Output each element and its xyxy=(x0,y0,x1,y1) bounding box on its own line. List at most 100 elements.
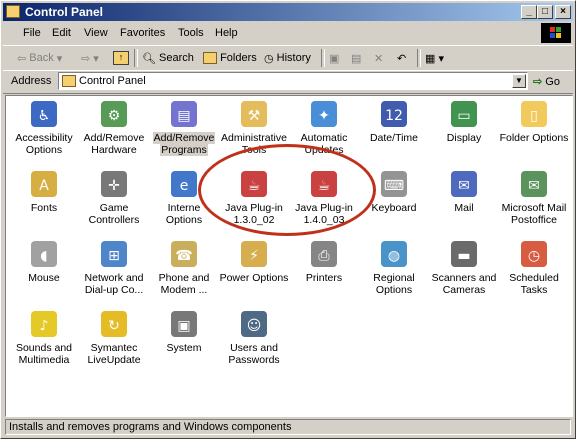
control-panel-item[interactable]: ▭ Display xyxy=(428,98,500,144)
control-panel-item[interactable]: A Fonts xyxy=(8,168,80,214)
back-button[interactable]: ⇦ Back ▾ xyxy=(17,50,62,66)
menu-view[interactable]: View xyxy=(84,27,108,39)
item-label: Printers xyxy=(305,272,343,284)
history-button[interactable]: ◷ History xyxy=(264,50,311,66)
svg-text:▯: ▯ xyxy=(530,108,538,124)
control-panel-item[interactable]: ⌨ Keyboard xyxy=(358,168,430,214)
item-label: Game xyxy=(99,202,129,214)
globe-icon: ◍ xyxy=(377,238,411,270)
item-label: Sounds and xyxy=(15,342,73,354)
svg-text:⚒: ⚒ xyxy=(248,108,261,124)
control-panel-item[interactable]: e Interne Options xyxy=(148,168,220,226)
control-panel-item[interactable]: ↻ Symantec LiveUpdate xyxy=(78,308,150,366)
folder-icon xyxy=(6,5,20,18)
speaker-icon: ♪ xyxy=(27,308,61,340)
control-panel-item[interactable]: ✉ Microsoft Mail Postoffice xyxy=(498,168,570,226)
control-panel-item[interactable]: ✦ Automatic Updates xyxy=(288,98,360,156)
minimize-button[interactable]: _ xyxy=(521,5,537,19)
item-label: Regional xyxy=(373,272,415,284)
menu-file[interactable]: File xyxy=(23,27,41,39)
item-label: Passwords xyxy=(228,354,280,366)
search-icon: 🔍︎ xyxy=(142,52,156,65)
control-panel-item[interactable]: ♪ Sounds and Multimedia xyxy=(8,308,80,366)
forward-button[interactable]: ⇨ ▾ xyxy=(81,50,99,66)
item-label: Folder Options xyxy=(499,132,569,144)
menu-favorites[interactable]: Favorites xyxy=(120,27,165,39)
folders-button[interactable]: Folders xyxy=(203,50,257,66)
address-dropdown-button[interactable]: ▼ xyxy=(512,74,526,88)
control-panel-item[interactable]: ▬ Scanners and Cameras xyxy=(428,238,500,296)
svg-text:✦: ✦ xyxy=(318,108,330,124)
item-label: Updates xyxy=(304,144,344,156)
svg-text:⎙: ⎙ xyxy=(318,248,329,264)
item-label: Hardware xyxy=(91,144,137,156)
item-label: Date/Time xyxy=(369,132,419,144)
computer-icon: ▣ xyxy=(167,308,201,340)
keyboard-icon: ⌨ xyxy=(377,168,411,200)
svg-text:◖: ◖ xyxy=(40,248,47,264)
control-panel-item[interactable]: ⊞ Network and Dial-up Co... xyxy=(78,238,150,296)
window-title: Control Panel xyxy=(25,5,104,19)
svg-text:☎: ☎ xyxy=(175,248,192,264)
control-panel-item[interactable]: ▣ System xyxy=(148,308,220,354)
control-panel-item[interactable]: ⚡ Power Options xyxy=(218,238,290,284)
item-label: Symantec xyxy=(90,342,138,354)
power-icon: ⚡ xyxy=(237,238,271,270)
address-field[interactable]: Control Panel ▼ xyxy=(58,72,528,90)
copy-to-button[interactable]: ▤ xyxy=(351,50,361,66)
item-label: LiveUpdate xyxy=(87,354,141,366)
close-button[interactable]: × xyxy=(555,5,571,19)
control-panel-item[interactable]: ♿ Accessibility Options xyxy=(8,98,80,156)
control-panel-item[interactable]: ⎙ Printers xyxy=(288,238,360,284)
item-label: Administrative xyxy=(221,132,287,144)
forward-arrow-icon: ⇨ xyxy=(81,52,91,65)
move-to-button[interactable]: ▣ xyxy=(329,50,339,66)
updates-icon: ✦ xyxy=(307,98,341,130)
control-panel-item[interactable]: ▯ Folder Options xyxy=(498,98,570,144)
svg-text:⌨: ⌨ xyxy=(384,178,404,194)
svg-text:✛: ✛ xyxy=(108,178,120,194)
control-panel-item[interactable]: ⚙ Add/Remove Hardware xyxy=(78,98,150,156)
control-panel-item[interactable]: ◷ Scheduled Tasks xyxy=(498,238,570,296)
search-button[interactable]: 🔍︎ Search xyxy=(142,50,194,66)
joystick-icon: ✛ xyxy=(97,168,131,200)
item-label: 1.3.0_02 xyxy=(233,214,275,226)
undo-button[interactable]: ↶ xyxy=(397,50,406,66)
control-panel-item[interactable]: ☕ Java Plug-in 1.3.0_02 xyxy=(218,168,290,226)
control-panel-item[interactable]: ▤ Add/Remove Programs xyxy=(148,98,220,156)
delete-icon: ✕ xyxy=(374,52,384,65)
svg-text:e: e xyxy=(180,178,189,194)
maximize-button[interactable]: □ xyxy=(537,5,553,19)
copy-to-icon: ▤ xyxy=(351,52,362,65)
item-label: Display xyxy=(446,132,482,144)
svg-text:◍: ◍ xyxy=(388,248,400,264)
control-panel-item[interactable]: ☺ Users and Passwords xyxy=(218,308,290,366)
item-label: Interne xyxy=(167,202,201,214)
menu-help[interactable]: Help xyxy=(215,27,238,39)
svg-text:▭: ▭ xyxy=(457,108,470,124)
menu-edit[interactable]: Edit xyxy=(52,27,71,39)
control-panel-item[interactable]: ☕ Java Plug-in 1.4.0_03 xyxy=(288,168,360,226)
control-panel-item[interactable]: ◍ Regional Options xyxy=(358,238,430,296)
move-to-icon: ▣ xyxy=(329,52,340,65)
control-panel-item[interactable]: ☎ Phone and Modem ... xyxy=(148,238,220,296)
control-panel-item[interactable]: ◖ Mouse xyxy=(8,238,80,284)
item-label: Keyboard xyxy=(371,202,417,214)
delete-button[interactable]: ✕ xyxy=(374,50,383,66)
control-panel-item[interactable]: 12 Date/Time xyxy=(358,98,430,144)
item-label: Scanners and xyxy=(431,272,497,284)
views-button[interactable]: ▦ ▾ xyxy=(425,50,444,66)
symantec-icon: ↻ xyxy=(97,308,131,340)
item-label: Dial-up Co... xyxy=(84,284,144,296)
svg-text:12: 12 xyxy=(385,108,403,124)
control-panel-item[interactable]: ✛ Game Controllers xyxy=(78,168,150,226)
svg-text:⚙: ⚙ xyxy=(108,108,121,124)
menu-tools[interactable]: Tools xyxy=(178,27,204,39)
svg-text:▤: ▤ xyxy=(177,108,190,124)
control-panel-item[interactable]: ✉ Mail xyxy=(428,168,500,214)
control-panel-item[interactable]: ⚒ Administrative Tools xyxy=(218,98,290,156)
go-button[interactable]: ⇨ Go xyxy=(533,75,560,88)
up-folder-button[interactable]: ↑ xyxy=(113,50,129,66)
item-label: Options xyxy=(165,214,203,226)
svg-text:⊞: ⊞ xyxy=(108,248,120,264)
